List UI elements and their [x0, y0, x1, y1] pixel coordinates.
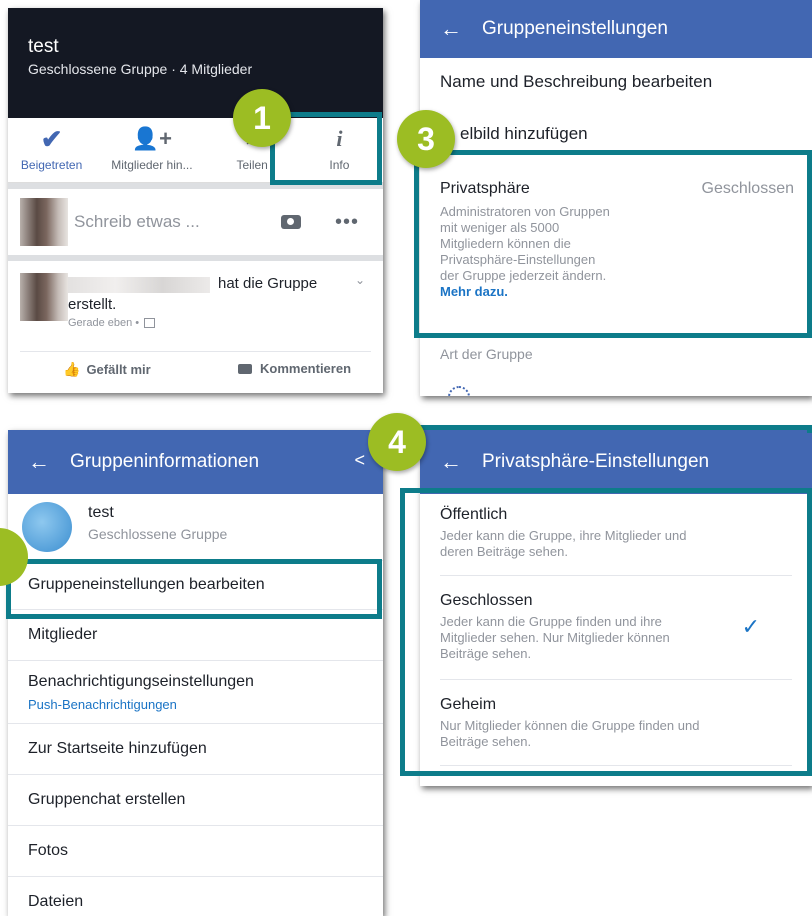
- thumbs-up-icon: 👍: [63, 361, 81, 377]
- group-avatar: [22, 502, 72, 552]
- joined-button[interactable]: ✔ Beigetreten: [8, 118, 95, 182]
- page-title: Gruppeninformationen: [70, 451, 260, 472]
- group-title: test: [28, 36, 59, 57]
- group-header: test Geschlossene Gruppe · 4 Mitglieder: [8, 8, 383, 118]
- back-arrow-icon[interactable]: ←: [440, 18, 462, 40]
- page-title: Privatsphäre-Einstellungen: [482, 451, 710, 472]
- camera-icon[interactable]: [280, 215, 301, 229]
- divider: [20, 351, 371, 352]
- group-subtitle: Geschlossene Gruppe · 4 Mitglieder: [28, 61, 253, 77]
- edit-settings-highlight: [6, 559, 382, 619]
- post-text: hat die Gruppe: [218, 275, 318, 292]
- composer[interactable]: Schreib etwas ... •••: [8, 189, 383, 255]
- back-arrow-icon[interactable]: ←: [28, 451, 50, 473]
- photos-item[interactable]: Fotos: [8, 826, 383, 877]
- group-name: test: [88, 504, 114, 521]
- composer-placeholder: Schreib etwas ...: [74, 212, 200, 231]
- loading-spinner-icon: [448, 386, 470, 396]
- edit-name-item[interactable]: Name und Beschreibung bearbeiten: [440, 72, 712, 92]
- group-feed-panel: test Geschlossene Gruppe · 4 Mitglieder …: [8, 8, 383, 393]
- user-avatar: [20, 198, 68, 246]
- top-bar: ← Privatsphäre-Einstellungen: [420, 430, 812, 494]
- group-type-label: Art der Gruppe: [440, 346, 533, 362]
- post-time: Gerade eben •: [68, 317, 156, 329]
- more-icon[interactable]: •••: [335, 211, 359, 234]
- add-members-button[interactable]: 👤+ Mitglieder hin...: [95, 118, 208, 182]
- page-title: Gruppeneinstellungen: [482, 18, 668, 39]
- comment-icon: [238, 363, 252, 374]
- post: hat die Gruppe erstellt. Gerade eben • ⌄…: [8, 261, 383, 393]
- files-item[interactable]: Dateien: [8, 877, 383, 916]
- privacy-highlight: [414, 150, 812, 338]
- back-arrow-icon[interactable]: ←: [440, 451, 462, 473]
- checkmark-icon: ✔: [40, 124, 63, 154]
- group-type: Geschlossene Gruppe: [88, 526, 228, 542]
- step-badge-3: 3: [397, 110, 455, 168]
- add-member-icon: 👤+: [131, 126, 173, 151]
- group-icon: [144, 318, 156, 329]
- create-chat-item[interactable]: Gruppenchat erstellen: [8, 775, 383, 826]
- share-icon[interactable]: <: [354, 450, 365, 471]
- notification-settings-item[interactable]: Benachrichtigungseinstellungen Push-Bena…: [8, 661, 383, 724]
- add-cover-item[interactable]: elbild hinzufügen: [460, 124, 588, 144]
- group-info-panel: ← Gruppeninformationen < test Geschlosse…: [8, 430, 383, 916]
- step-badge-1: 1: [233, 89, 291, 147]
- group-summary: test Geschlossene Gruppe: [8, 494, 383, 561]
- post-options-chevron-icon[interactable]: ⌄: [355, 273, 365, 287]
- privacy-options-highlight: [400, 488, 812, 776]
- blurred-name: [68, 277, 210, 293]
- step-badge-4: 4: [368, 413, 426, 471]
- top-bar: ← Gruppeneinstellungen: [420, 0, 812, 58]
- add-to-home-item[interactable]: Zur Startseite hinzufügen: [8, 724, 383, 775]
- comment-button[interactable]: Kommentieren: [238, 361, 351, 376]
- post-avatar: [20, 273, 68, 321]
- top-bar: ← Gruppeninformationen <: [8, 430, 383, 494]
- privacy-panel-top-highlight: [400, 425, 812, 433]
- post-text-2: erstellt.: [68, 296, 117, 313]
- like-button[interactable]: 👍 Gefällt mir: [63, 361, 151, 378]
